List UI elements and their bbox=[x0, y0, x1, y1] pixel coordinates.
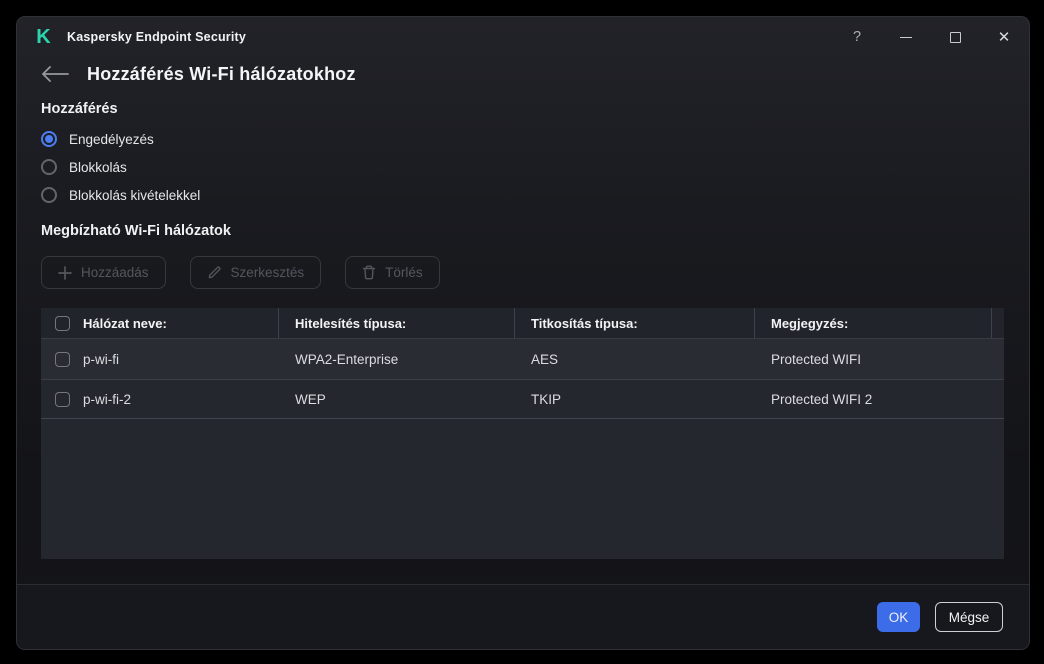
ok-button[interactable]: OK bbox=[877, 602, 920, 632]
back-arrow-icon bbox=[42, 66, 69, 82]
edit-button[interactable]: Szerkesztés bbox=[189, 256, 322, 289]
radio-label: Blokkolás bbox=[69, 159, 127, 175]
column-header-comment: Megjegyzés: bbox=[755, 308, 992, 338]
table-row[interactable]: p-wi-fi WPA2-Enterprise AES Protected WI… bbox=[41, 339, 1004, 379]
back-button[interactable] bbox=[41, 61, 75, 87]
row-checkbox[interactable] bbox=[55, 351, 70, 367]
row-checkbox[interactable] bbox=[55, 391, 70, 407]
window-controls: ? ✕ bbox=[819, 25, 1015, 49]
access-radio-group: Engedélyezés Blokkolás Blokkolás kivétel… bbox=[41, 125, 200, 209]
edit-button-label: Szerkesztés bbox=[230, 265, 305, 280]
cell-encryption-type: TKIP bbox=[531, 391, 562, 407]
app-window: K Kaspersky Endpoint Security ? ✕ Hozzáf… bbox=[16, 16, 1030, 650]
cell-auth-type: WEP bbox=[295, 391, 326, 407]
screen: K Kaspersky Endpoint Security ? ✕ Hozzáf… bbox=[0, 0, 1044, 664]
help-icon[interactable]: ? bbox=[846, 25, 868, 49]
maximize-icon[interactable] bbox=[944, 25, 966, 49]
radio-option-blokkolas-kivetelekkel[interactable]: Blokkolás kivételekkel bbox=[41, 181, 200, 209]
kaspersky-logo-icon: K bbox=[36, 26, 51, 48]
select-all-checkbox[interactable] bbox=[55, 315, 70, 331]
minimize-icon[interactable] bbox=[895, 25, 917, 49]
trusted-networks-heading: Megbízható Wi-Fi hálózatok bbox=[41, 223, 231, 239]
table-header: Hálózat neve: Hitelesítés típusa: Titkos… bbox=[41, 308, 1004, 339]
radio-unselected-icon bbox=[41, 159, 57, 175]
delete-button-label: Törlés bbox=[385, 265, 423, 280]
column-header-name: Hálózat neve: bbox=[41, 308, 279, 338]
radio-selected-icon bbox=[41, 131, 57, 147]
page-header: Hozzáférés Wi-Fi hálózatokhoz bbox=[41, 61, 356, 87]
column-header-auth: Hitelesítés típusa: bbox=[279, 308, 515, 338]
footer-bar: OK Mégse bbox=[17, 584, 1029, 649]
add-button[interactable]: Hozzáadás bbox=[41, 256, 166, 289]
radio-option-engedelyezes[interactable]: Engedélyezés bbox=[41, 125, 200, 153]
radio-label: Blokkolás kivételekkel bbox=[69, 187, 201, 203]
cell-comment: Protected WIFI 2 bbox=[771, 391, 873, 407]
cell-comment: Protected WIFI bbox=[771, 351, 862, 367]
close-icon[interactable]: ✕ bbox=[993, 25, 1015, 49]
trusted-networks-toolbar: Hozzáadás Szerkesztés Törlés bbox=[41, 256, 464, 289]
add-button-label: Hozzáadás bbox=[81, 265, 149, 280]
plus-icon bbox=[58, 265, 72, 280]
trusted-networks-table: Hálózat neve: Hitelesítés típusa: Titkos… bbox=[41, 308, 1004, 559]
trash-icon bbox=[362, 265, 376, 280]
table-row[interactable]: p-wi-fi-2 WEP TKIP Protected WIFI 2 bbox=[41, 379, 1004, 419]
titlebar: K Kaspersky Endpoint Security ? ✕ bbox=[17, 17, 1029, 57]
cell-network-name: p-wi-fi bbox=[83, 351, 119, 367]
column-header-label: Hálózat neve: bbox=[83, 315, 167, 331]
radio-label: Engedélyezés bbox=[69, 131, 154, 147]
radio-unselected-icon bbox=[41, 187, 57, 203]
cell-auth-type: WPA2-Enterprise bbox=[295, 351, 399, 367]
cell-network-name: p-wi-fi-2 bbox=[83, 391, 132, 407]
radio-option-blokkolas[interactable]: Blokkolás bbox=[41, 153, 200, 181]
pencil-icon bbox=[207, 265, 222, 280]
delete-button[interactable]: Törlés bbox=[345, 256, 440, 289]
column-header-encryption: Titkosítás típusa: bbox=[515, 308, 755, 338]
cancel-button[interactable]: Mégse bbox=[935, 602, 1003, 632]
column-header-gutter bbox=[992, 308, 1004, 338]
page-title: Hozzáférés Wi-Fi hálózatokhoz bbox=[87, 63, 356, 84]
app-title: Kaspersky Endpoint Security bbox=[67, 30, 247, 44]
access-heading: Hozzáférés bbox=[41, 101, 118, 117]
cell-encryption-type: AES bbox=[531, 351, 559, 367]
